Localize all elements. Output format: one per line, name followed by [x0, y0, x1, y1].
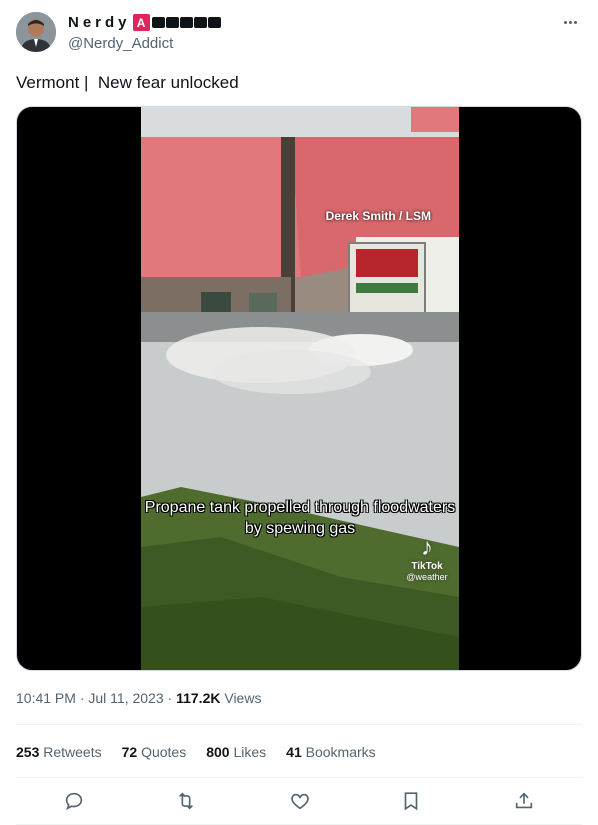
bookmarks-count: 41: [286, 744, 302, 760]
share-icon[interactable]: [511, 788, 537, 814]
video-credit: Derek Smith / LSM: [325, 209, 431, 223]
retweets-count: 253: [16, 744, 40, 760]
retweets-label: Retweets: [43, 744, 102, 760]
quotes-label: Quotes: [141, 744, 187, 760]
quotes-count: 72: [121, 744, 138, 760]
likes-label: Likes: [233, 744, 267, 760]
tiktok-watermark: ♪ TikTok @weather: [399, 534, 455, 583]
video-frame: [141, 107, 459, 670]
action-bar: [16, 784, 582, 818]
tweet-meta: 10:41 PM · Jul 11, 2023 · 117.2K Views: [16, 690, 261, 706]
likes-count: 800: [206, 744, 230, 760]
tiktok-user: @weather: [406, 572, 448, 582]
views-count: 117.2K: [176, 690, 221, 706]
tweet-text: Vermont | New fear unlocked: [16, 73, 239, 92]
user-avatar: [16, 12, 56, 52]
tiktok-brand: TikTok: [411, 561, 443, 572]
like-icon[interactable]: [287, 788, 313, 814]
tiktok-icon: ♪: [421, 534, 433, 561]
author-display-name[interactable]: Nerdy: [68, 14, 131, 31]
author-name-line[interactable]: Nerdy A: [68, 14, 221, 31]
video-caption: Propane tank propelled through floodwate…: [144, 499, 456, 537]
bookmarks-label: Bookmarks: [305, 744, 376, 760]
tweet-stats: 253 Retweets 72 Quotes 800 Likes 41 Book…: [16, 744, 396, 760]
tweet-time[interactable]: 10:41 PM: [16, 690, 76, 706]
tweet-date[interactable]: Jul 11, 2023: [88, 690, 163, 706]
name-badge: A: [132, 14, 150, 31]
bookmarks-stat[interactable]: 41 Bookmarks: [286, 744, 376, 760]
video-player[interactable]: Derek Smith / LSM Propane tank propelled…: [141, 107, 459, 670]
tweet-media[interactable]: Derek Smith / LSM Propane tank propelled…: [16, 106, 582, 671]
author-handle[interactable]: @Nerdy_Addict: [68, 35, 173, 52]
retweets-stat[interactable]: 253 Retweets: [16, 744, 102, 760]
bookmark-icon[interactable]: [398, 788, 424, 814]
views-label: Views: [224, 690, 262, 706]
tweet-header: Nerdy A @Nerdy_Addict: [16, 12, 582, 56]
divider: [16, 724, 582, 725]
divider: [16, 777, 582, 778]
reply-icon[interactable]: [61, 788, 87, 814]
likes-stat[interactable]: 800 Likes: [206, 744, 266, 760]
retweet-icon[interactable]: [173, 788, 199, 814]
meta-separator: ·: [75, 690, 89, 706]
more-options-icon[interactable]: [560, 14, 580, 30]
meta-separator: ·: [163, 690, 177, 706]
quotes-stat[interactable]: 72 Quotes: [122, 744, 187, 760]
name-emoji-blocks: [151, 17, 221, 28]
avatar[interactable]: [16, 12, 56, 52]
